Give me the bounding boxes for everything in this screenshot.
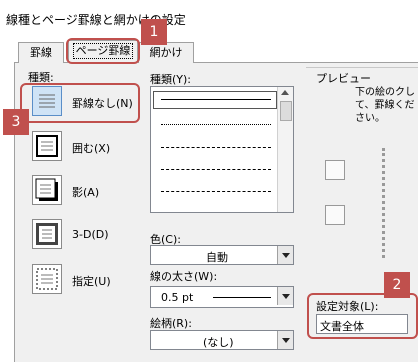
long-dash-option[interactable]: [161, 169, 271, 170]
preset-shadow-label[interactable]: 影(A): [72, 184, 99, 200]
dropdown-arrow-icon[interactable]: [277, 331, 293, 349]
shadow-preset-icon[interactable]: [32, 175, 62, 205]
color-value: 自動: [206, 251, 228, 264]
style-heading: 種類(Y):: [150, 73, 192, 86]
art-label: 絵柄(R):: [150, 317, 192, 330]
dropdown-arrow-icon[interactable]: [277, 287, 293, 305]
preset-box-label[interactable]: 囲む(X): [72, 140, 110, 156]
callout-3: 3: [3, 109, 29, 135]
3d-preset-icon[interactable]: [32, 219, 62, 249]
selected-style-row[interactable]: [153, 91, 277, 109]
bottom-border-icon[interactable]: [325, 205, 345, 225]
highlight-box-apply: [307, 293, 418, 339]
dotted-line-option[interactable]: [161, 124, 271, 125]
width-value: 0.5 pt: [161, 291, 194, 304]
top-border-icon[interactable]: [325, 160, 345, 180]
solid-line-option[interactable]: [161, 99, 271, 100]
tab-borders[interactable]: 罫線: [18, 42, 64, 63]
art-combo[interactable]: (なし): [150, 330, 294, 350]
preset-3d-label[interactable]: 3-D(D): [72, 228, 109, 241]
highlight-box-tab: [66, 38, 140, 64]
art-value: (なし): [203, 336, 234, 349]
preview-page-edge: [382, 148, 385, 258]
box-preset-icon[interactable]: [32, 131, 62, 161]
dropdown-arrow-icon[interactable]: [277, 246, 293, 264]
width-combo[interactable]: 0.5 pt: [150, 286, 294, 308]
preview-instructions: 下の絵のクして、罫線ください。: [355, 87, 415, 124]
scroll-up-icon[interactable]: [281, 90, 289, 95]
width-label: 線の太さ(W):: [150, 270, 218, 283]
line-style-list[interactable]: [150, 86, 294, 213]
highlight-box-none: [20, 83, 140, 123]
callout-2: 2: [384, 272, 410, 298]
dashed-line-option[interactable]: [161, 147, 271, 148]
dash-dot-option[interactable]: [161, 191, 271, 192]
preset-custom-label[interactable]: 指定(U): [72, 273, 111, 289]
custom-preset-icon[interactable]: [32, 264, 62, 294]
scroll-thumb[interactable]: [280, 101, 292, 121]
preview-heading: プレビュー: [314, 70, 373, 86]
tab-shading[interactable]: 網かけ: [138, 42, 194, 63]
style-scrollbar[interactable]: [277, 87, 293, 212]
preview-group-border: [306, 67, 418, 68]
callout-1: 1: [141, 19, 167, 45]
width-sample-line: [213, 297, 271, 298]
color-combo[interactable]: 自動: [150, 245, 294, 265]
